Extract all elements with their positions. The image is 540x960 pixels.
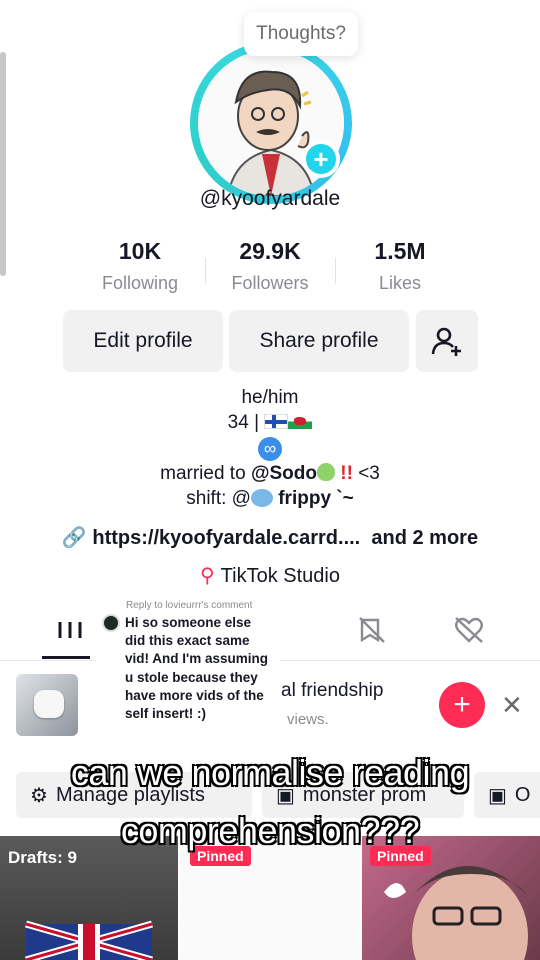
stat-followers-value: 29.9K — [239, 238, 301, 264]
dolphin-icon — [250, 489, 273, 507]
suggestion-title[interactable]: al friendship — [281, 680, 383, 702]
edit-profile-button[interactable]: Edit profile — [63, 310, 223, 372]
videos-grid-icon[interactable] — [54, 614, 86, 646]
stat-followers[interactable]: 29.9K Followers — [205, 238, 335, 294]
liked-videos-icon[interactable] — [453, 614, 485, 646]
comment-reply-header: Reply to lovieurrr's comment — [126, 600, 253, 611]
commenter-avatar — [102, 614, 120, 632]
wales-flag-icon — [288, 414, 313, 429]
bio-shift-prefix: shift: @ — [186, 488, 251, 509]
private-videos-icon[interactable] — [356, 614, 388, 646]
add-friend-icon — [431, 327, 461, 356]
caption-line-2: comprehension??? — [120, 809, 421, 852]
profile-avatar[interactable]: + — [190, 42, 352, 204]
bio-married-line: married to @Sodo !! <3 — [0, 463, 540, 485]
bio-shift-line: shift: @ frippy `~ — [0, 488, 540, 510]
bio-age: 34 | — [227, 412, 260, 433]
stat-following-value: 10K — [118, 238, 162, 264]
stat-following-label: Following — [101, 273, 179, 293]
active-tab-indicator — [42, 656, 90, 659]
bio-shift-suffix: `~ — [336, 488, 354, 509]
add-story-icon[interactable]: + — [302, 140, 340, 178]
double-exclamation-icon: !! — [340, 463, 353, 484]
tiktok-studio-label: TikTok Studio — [220, 565, 340, 587]
bio-pronouns: he/him — [241, 387, 299, 408]
alien-icon — [316, 463, 335, 481]
bio-age-line: 34 | — [0, 412, 540, 434]
stat-followers-label: Followers — [231, 273, 309, 293]
username: @kyoofyardale — [199, 187, 341, 210]
comment-text: Hi so someone else did this exact same v… — [125, 615, 268, 722]
bio-link[interactable]: https://kyoofyardale.carrd.... — [92, 527, 360, 549]
close-icon[interactable]: ✕ — [501, 690, 523, 721]
suggestion-thumbnail[interactable] — [16, 674, 78, 736]
share-profile-button[interactable]: Share profile — [229, 310, 409, 372]
stat-following[interactable]: 10K Following — [75, 238, 205, 294]
link-icon: 🔗 — [61, 527, 87, 549]
add-suggestion-button[interactable]: + — [439, 682, 485, 728]
suggestion-subtitle: views. — [287, 711, 329, 728]
bio-link-row[interactable]: 🔗 https://kyoofyardale.carrd.... and 2 m… — [0, 525, 540, 550]
finland-flag-icon — [264, 414, 289, 429]
stat-likes-label: Likes — [378, 273, 422, 293]
bio-shift-name[interactable]: frippy — [278, 488, 331, 509]
add-friend-button[interactable] — [416, 310, 478, 372]
stat-likes-value: 1.5M — [374, 238, 426, 264]
caption-line-1: can we normalise reading — [70, 751, 471, 794]
stat-likes[interactable]: 1.5M Likes — [335, 238, 465, 294]
scroll-indicator[interactable] — [0, 52, 6, 276]
bio-married-mention[interactable]: @Sodo — [251, 463, 317, 484]
bio-infinity-line: ∞ — [0, 437, 540, 461]
infinity-icon: ∞ — [258, 437, 282, 461]
tiktok-studio-row[interactable]: ⚲ TikTok Studio — [0, 563, 540, 588]
studio-icon: ⚲ — [200, 565, 215, 587]
bio-married-suffix: <3 — [358, 463, 380, 484]
bio-married-prefix: married to — [160, 463, 246, 484]
thoughts-bubble[interactable]: Thoughts? — [244, 12, 358, 56]
bio-link-more[interactable]: and 2 more — [371, 527, 478, 549]
